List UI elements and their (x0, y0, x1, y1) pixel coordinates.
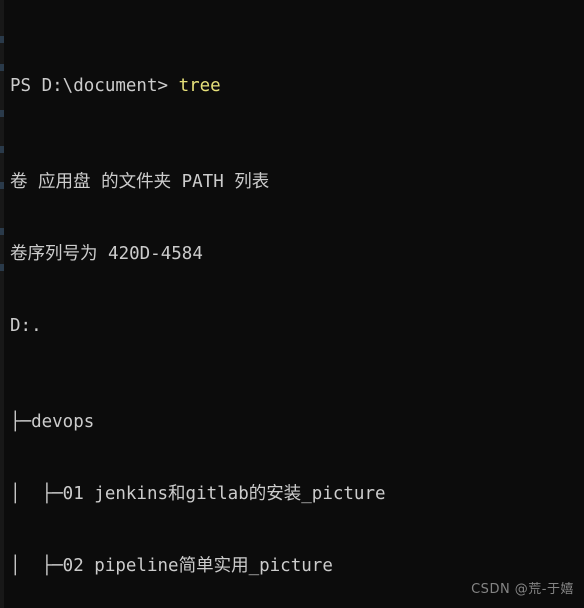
edge-mark (0, 228, 4, 235)
header-line-root-path: D:. (10, 316, 42, 336)
edge-mark (0, 264, 4, 271)
csdn-watermark: CSDN @荒-于嬉 (471, 582, 574, 597)
tree-line: │ ├─01 jenkins和gitlab的安装_picture (10, 484, 386, 504)
prompt-prefix: PS D:\document> (10, 76, 179, 96)
header-line-serial-number: 卷序列号为 420D-4584 (10, 244, 203, 264)
header-line-volume-label: 卷 应用盘 的文件夹 PATH 列表 (10, 172, 270, 192)
edge-mark (0, 36, 4, 43)
terminal-window[interactable]: PS D:\document> tree 卷 应用盘 的文件夹 PATH 列表 … (0, 0, 584, 608)
edge-mark (0, 110, 4, 117)
window-left-edge-strip (0, 0, 4, 608)
tree-line: │ ├─02 pipeline简单实用_picture (10, 556, 333, 576)
prompt-command: tree (178, 76, 221, 96)
edge-mark (0, 64, 4, 71)
edge-mark (0, 146, 4, 153)
tree-line: ├─devops (10, 412, 95, 432)
prompt-line: PS D:\document> tree (10, 74, 584, 98)
edge-mark (0, 182, 4, 189)
terminal-output: PS D:\document> tree 卷 应用盘 的文件夹 PATH 列表 … (10, 2, 584, 608)
